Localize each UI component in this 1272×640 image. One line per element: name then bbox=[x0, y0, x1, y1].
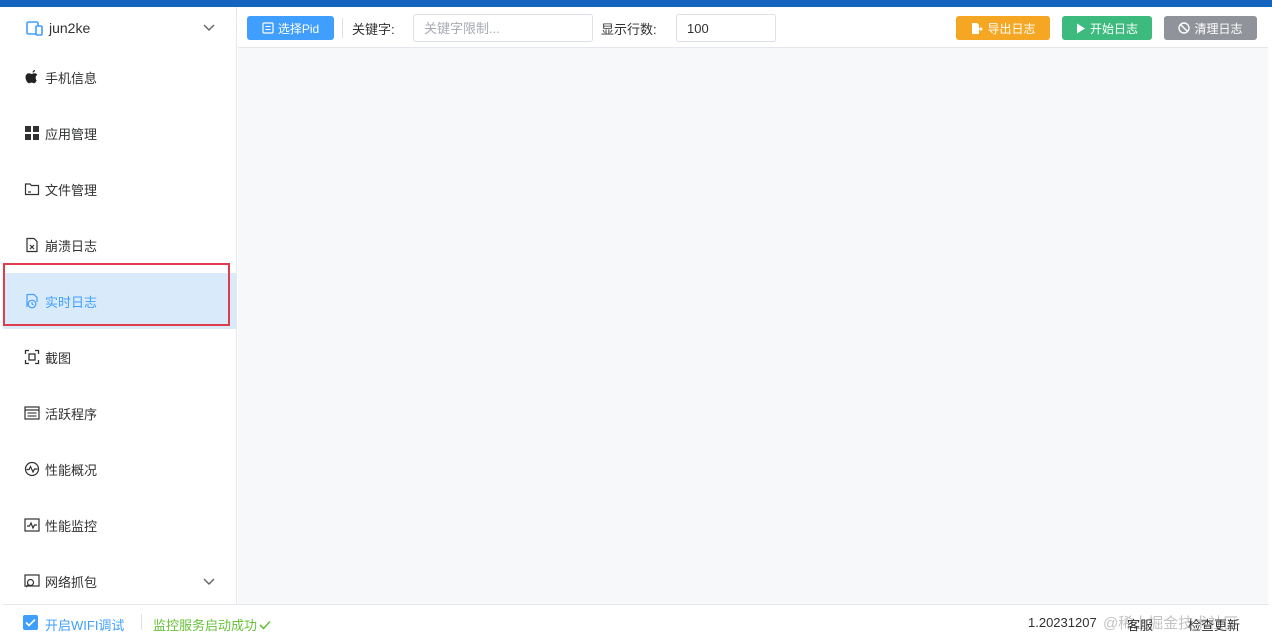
sidebar-item-phone-info[interactable]: 手机信息 bbox=[3, 49, 236, 105]
sidebar-item-label: 实时日志 bbox=[45, 294, 98, 310]
sidebar-item-label: 截图 bbox=[45, 350, 72, 366]
log-toolbar: 选择Pid 关键字: 显示行数: 导出日志 开始日志 清理日志 bbox=[238, 7, 1268, 48]
process-list-icon bbox=[23, 404, 41, 422]
sidebar-item-crash-log[interactable]: 崩溃日志 bbox=[3, 217, 236, 273]
toolbar-divider bbox=[342, 18, 343, 38]
wifi-debug-checkbox[interactable] bbox=[23, 615, 38, 630]
sidebar: jun2ke 手机信息 应用管理 文件管理 崩溃日志 实时日志 截图 活跃程序 … bbox=[3, 7, 237, 604]
window-top-accent-bar bbox=[0, 0, 1272, 7]
sidebar-item-label: 手机信息 bbox=[45, 70, 98, 86]
ban-icon bbox=[1178, 22, 1191, 34]
sidebar-item-label: 网络抓包 bbox=[45, 574, 98, 590]
clear-log-label: 清理日志 bbox=[1194, 21, 1243, 36]
sidebar-item-label: 活跃程序 bbox=[45, 406, 98, 422]
device-icon bbox=[25, 19, 43, 37]
service-status-label: 监控服务启动成功 bbox=[153, 618, 258, 633]
apple-icon bbox=[23, 68, 41, 86]
play-icon bbox=[1076, 23, 1085, 33]
status-divider bbox=[141, 614, 142, 630]
keyword-label: 关键字: bbox=[352, 22, 395, 37]
chevron-down-icon[interactable] bbox=[202, 574, 216, 588]
sidebar-item-realtime-log[interactable]: 实时日志 bbox=[3, 273, 236, 329]
sidebar-item-label: 应用管理 bbox=[45, 126, 98, 142]
sidebar-item-app-manage[interactable]: 应用管理 bbox=[3, 105, 236, 161]
sidebar-item-active-process[interactable]: 活跃程序 bbox=[3, 385, 236, 441]
rows-label: 显示行数: bbox=[601, 22, 657, 37]
sidebar-menu: 手机信息 应用管理 文件管理 崩溃日志 实时日志 截图 活跃程序 性能概况 性能… bbox=[3, 49, 236, 609]
sidebar-item-label: 崩溃日志 bbox=[45, 238, 98, 254]
checkmark-icon bbox=[25, 618, 36, 627]
folder-icon bbox=[23, 180, 41, 198]
service-status-text: 监控服务启动成功 bbox=[153, 615, 271, 634]
sidebar-item-label: 性能概况 bbox=[45, 462, 98, 478]
network-capture-icon bbox=[23, 572, 41, 590]
wifi-debug-label[interactable]: 开启WIFI调试 bbox=[45, 615, 124, 634]
status-bar: 开启WIFI调试 监控服务启动成功 1.20231207 @稀土掘金技术社区 客… bbox=[3, 604, 1269, 637]
export-file-icon bbox=[972, 22, 984, 34]
crash-file-icon bbox=[23, 236, 41, 254]
sidebar-item-network-capture[interactable]: 网络抓包 bbox=[3, 553, 236, 609]
select-pid-label: 选择Pid bbox=[277, 21, 320, 36]
select-pid-button[interactable]: 选择Pid bbox=[247, 16, 334, 40]
log-output-area[interactable] bbox=[238, 48, 1268, 604]
sidebar-item-file-manage[interactable]: 文件管理 bbox=[3, 161, 236, 217]
realtime-log-icon bbox=[23, 292, 41, 310]
sidebar-item-label: 文件管理 bbox=[45, 182, 98, 198]
clear-log-button[interactable]: 清理日志 bbox=[1164, 16, 1257, 40]
keyword-input[interactable] bbox=[413, 14, 593, 42]
device-selector[interactable]: jun2ke bbox=[3, 7, 236, 49]
apps-grid-icon bbox=[23, 124, 41, 142]
sidebar-item-performance-monitor[interactable]: 性能监控 bbox=[3, 497, 236, 553]
start-log-button[interactable]: 开始日志 bbox=[1062, 16, 1152, 40]
performance-icon bbox=[23, 460, 41, 478]
sidebar-item-label: 性能监控 bbox=[45, 518, 98, 534]
version-text: 1.20231207 bbox=[1028, 615, 1097, 630]
sidebar-item-performance-overview[interactable]: 性能概况 bbox=[3, 441, 236, 497]
select-pid-icon bbox=[262, 22, 274, 34]
start-log-label: 开始日志 bbox=[1089, 21, 1138, 36]
rows-count-input[interactable] bbox=[676, 14, 776, 42]
check-update-link[interactable]: 检查更新 bbox=[1188, 615, 1240, 634]
sidebar-item-screenshot[interactable]: 截图 bbox=[3, 329, 236, 385]
check-icon bbox=[259, 620, 271, 630]
chevron-down-icon[interactable] bbox=[202, 20, 216, 34]
device-name: jun2ke bbox=[49, 20, 91, 36]
export-log-button[interactable]: 导出日志 bbox=[956, 16, 1050, 40]
monitor-icon bbox=[23, 516, 41, 534]
screenshot-icon bbox=[23, 348, 41, 366]
customer-service-link[interactable]: 客服 bbox=[1127, 615, 1153, 634]
export-log-label: 导出日志 bbox=[987, 21, 1036, 36]
